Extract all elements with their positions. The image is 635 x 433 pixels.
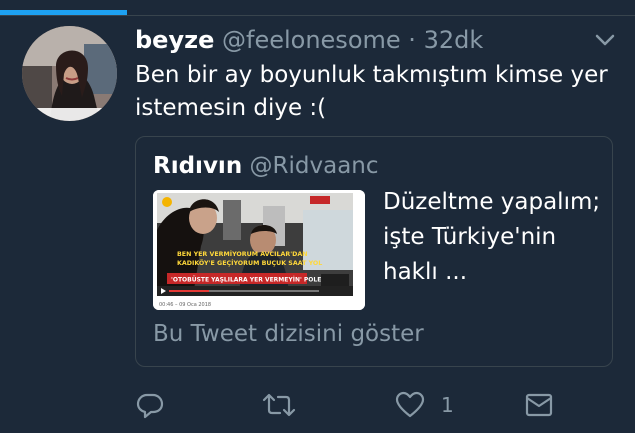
- tweet-actions: 1: [0, 385, 635, 425]
- video-frame: BEN YER VERMİYORUM AVCILAR'DAN KADIKÖY'E…: [153, 190, 365, 310]
- show-thread-link[interactable]: Bu Tweet dizisini göster: [153, 319, 424, 349]
- like-button[interactable]: 1: [395, 385, 454, 425]
- quoted-tweet[interactable]: Rıdıvın @Ridvaanc BEN YER VERMİYORUM AVC…: [135, 136, 613, 367]
- quoted-tweet-text: Düzeltme yapalım; işte Türkiye'nin haklı…: [383, 189, 601, 285]
- direct-message-icon: [525, 393, 553, 417]
- tweet-header: beyze @feelonesome · 32dk: [135, 25, 483, 55]
- like-icon: [395, 391, 425, 418]
- media-headline: 'OTOBÜSTE YAŞLILARA YER VERMEYİN' POLEMİ…: [171, 277, 337, 284]
- quoted-tweet-header: Rıdıvın @Ridvaanc: [153, 151, 379, 181]
- quoted-author-name: Rıdıvın: [153, 153, 243, 179]
- media-timestamp: 00:46 – 09 Oca 2018: [159, 302, 211, 308]
- media-caption-1: BEN YER VERMİYORUM AVCILAR'DAN: [177, 249, 308, 258]
- author-name[interactable]: beyze: [135, 26, 214, 54]
- retweet-button[interactable]: [262, 385, 296, 425]
- quoted-media-thumbnail[interactable]: BEN YER VERMİYORUM AVCILAR'DAN KADIKÖY'E…: [153, 190, 365, 310]
- progress-bar: [0, 0, 635, 16]
- progress-divider: [0, 15, 635, 16]
- quoted-author-handle: @Ridvaanc: [249, 153, 379, 179]
- chevron-down-icon[interactable]: [594, 32, 616, 48]
- retweet-icon: [262, 393, 296, 417]
- reply-button[interactable]: [136, 385, 164, 425]
- media-caption-2: KADIKÖY'E GEÇİYORUM BUÇUK SAAT YOL: [177, 258, 322, 267]
- author-handle[interactable]: @feelonesome: [222, 26, 401, 54]
- separator-dot: ·: [408, 26, 416, 54]
- tweet-text: Ben bir ay boyunluk takmıştım kimse yer …: [135, 62, 608, 121]
- tweet-timestamp[interactable]: 32dk: [424, 26, 484, 54]
- avatar-photo: [22, 26, 117, 121]
- like-count: 1: [441, 393, 454, 417]
- avatar[interactable]: [22, 26, 117, 121]
- reply-icon: [136, 393, 164, 419]
- direct-message-button[interactable]: [525, 385, 553, 425]
